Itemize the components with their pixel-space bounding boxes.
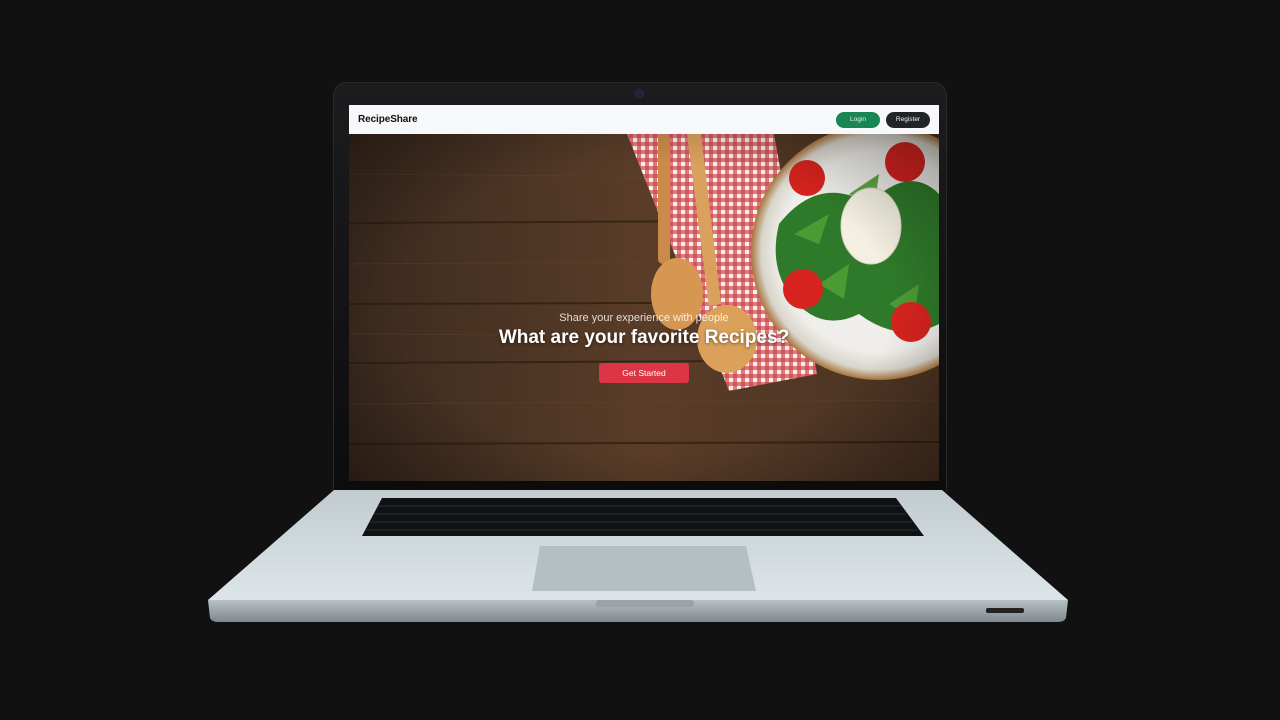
hero-background-image: [349, 134, 939, 481]
nav-actions: Login Register: [836, 111, 930, 128]
trackpad[interactable]: [532, 546, 756, 591]
webcam-icon: [636, 90, 643, 97]
laptop-lid: RecipeShare Login Register Share your ex…: [333, 82, 947, 494]
hero-text: Share your experience with people What a…: [349, 312, 939, 349]
laptop-base: [208, 490, 1068, 622]
hero-section: Share your experience with people What a…: [349, 134, 939, 481]
laptop-screen: RecipeShare Login Register Share your ex…: [349, 105, 939, 481]
hero-subtitle: Share your experience with people: [559, 312, 729, 324]
login-button[interactable]: Login: [836, 111, 880, 128]
hero-title: What are your favorite Recipes?: [498, 327, 790, 348]
brand-logo[interactable]: RecipeShare: [358, 114, 418, 125]
get-started-button[interactable]: Get Started: [599, 363, 689, 383]
register-button[interactable]: Register: [886, 111, 930, 128]
navbar: RecipeShare Login Register: [349, 105, 939, 134]
